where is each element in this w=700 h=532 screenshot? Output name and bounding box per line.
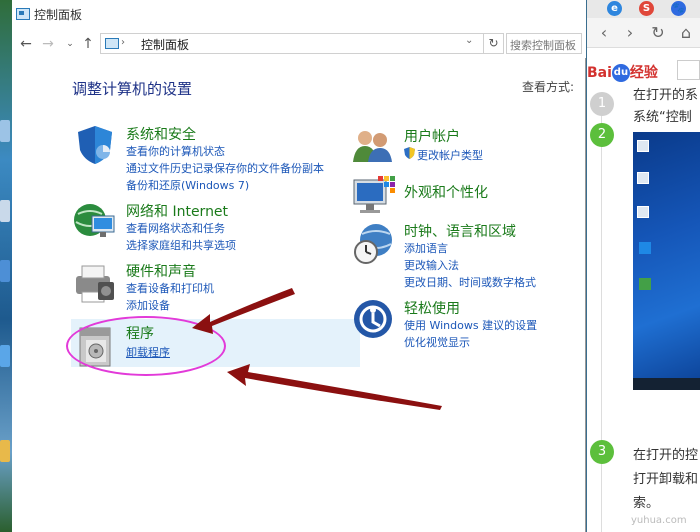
article-text: 打开卸载和 <box>633 472 699 487</box>
browser-window: e S 🐾 ‹ › ↻ ⌂ Bai du 经验 1 2 3 在打开的系 系统“控制 … <box>587 0 700 532</box>
baidu-tab-icon[interactable]: 🐾 <box>671 1 686 16</box>
baidu-paw-logo: du <box>611 64 630 82</box>
ie-tab-icon[interactable]: e <box>607 1 622 16</box>
baidu-search-input[interactable] <box>677 60 700 80</box>
annotation-arrow <box>192 288 295 334</box>
screenshot-tile <box>639 278 651 290</box>
tab-strip: e S 🐾 <box>587 0 700 18</box>
screenshot-tile <box>639 242 651 254</box>
browser-forward-icon[interactable]: › <box>621 24 639 42</box>
screenshot-desktop-icon <box>637 206 649 218</box>
annotation-arrow <box>227 364 442 410</box>
browser-toolbar: ‹ › ↻ ⌂ <box>587 18 700 48</box>
screenshot-desktop-icon <box>637 172 649 184</box>
watermark: yuhua.com <box>631 515 687 526</box>
baidu-jingyan-logo[interactable]: Bai du 经验 <box>587 62 658 82</box>
screenshot-desktop-icon <box>637 140 649 152</box>
article-text: 在打开的系 <box>633 88 699 103</box>
baidu-logo-text: Bai <box>587 65 612 81</box>
step-badge: 2 <box>590 123 614 147</box>
step-timeline <box>601 104 602 532</box>
article-text: 系统“控制 <box>633 110 692 125</box>
screenshot-taskbar <box>633 378 700 390</box>
step-badge: 1 <box>590 92 614 116</box>
step-badge: 3 <box>590 440 614 464</box>
browser-back-icon[interactable]: ‹ <box>595 24 613 42</box>
browser-home-icon[interactable]: ⌂ <box>677 24 695 42</box>
baidu-logo-suffix: 经验 <box>629 65 658 81</box>
sogou-tab-icon[interactable]: S <box>639 1 654 16</box>
browser-refresh-icon[interactable]: ↻ <box>649 24 667 42</box>
article-text: 索。 <box>633 496 660 511</box>
article-text: 在打开的控 <box>633 448 699 463</box>
article-screenshot[interactable] <box>633 132 700 390</box>
